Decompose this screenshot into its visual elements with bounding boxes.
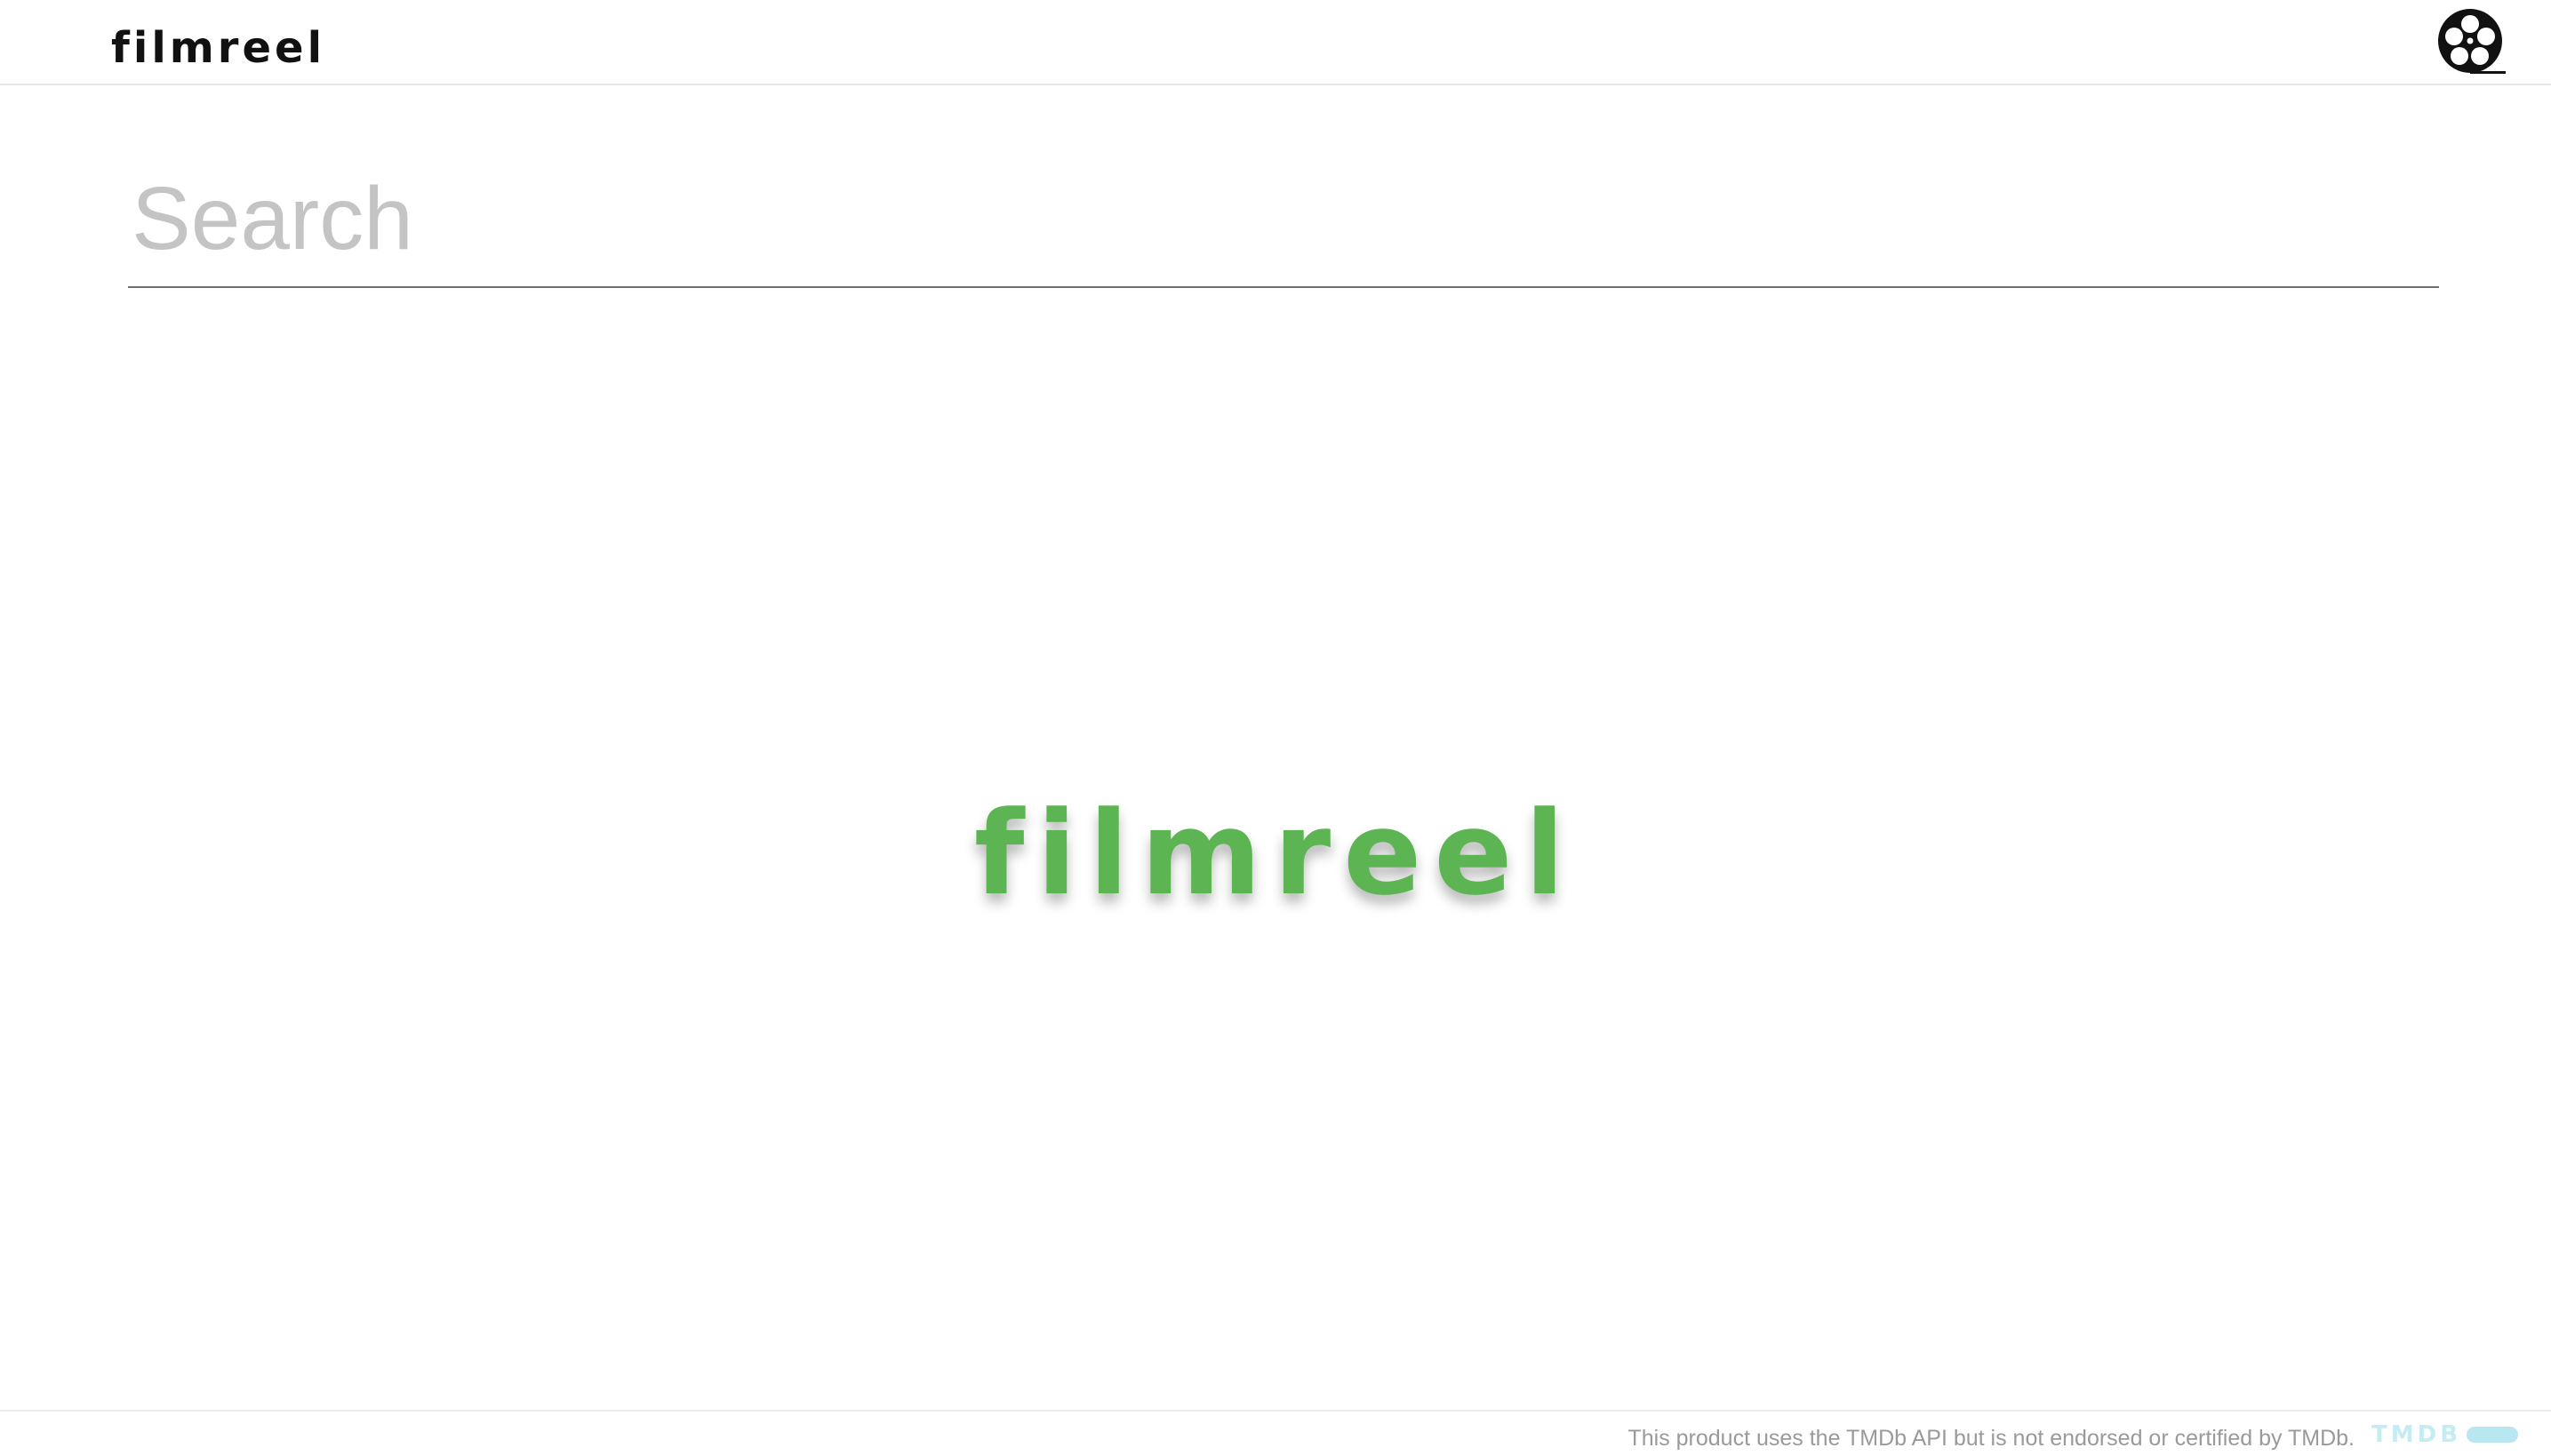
film-reel-icon-graphic: [2438, 9, 2506, 74]
tmdb-logo-pill: [2467, 1427, 2519, 1443]
footer: This product uses the TMDb API but is no…: [0, 1410, 2551, 1456]
top-navbar: filmreel: [0, 0, 2551, 85]
tmdb-logo-text: TMDB: [2371, 1421, 2462, 1448]
brand-logo-link[interactable]: filmreel: [111, 21, 325, 75]
film-reel-icon[interactable]: [2437, 7, 2508, 78]
hero-logo: filmreel: [973, 786, 1578, 921]
tmdb-logo[interactable]: TMDB: [2371, 1420, 2519, 1449]
search-input[interactable]: [132, 160, 2425, 277]
search-bar: [128, 151, 2439, 288]
page: filmreel filmreel This product uses the …: [0, 0, 2551, 1456]
tmdb-disclaimer: This product uses the TMDb API but is no…: [1627, 1426, 2355, 1451]
